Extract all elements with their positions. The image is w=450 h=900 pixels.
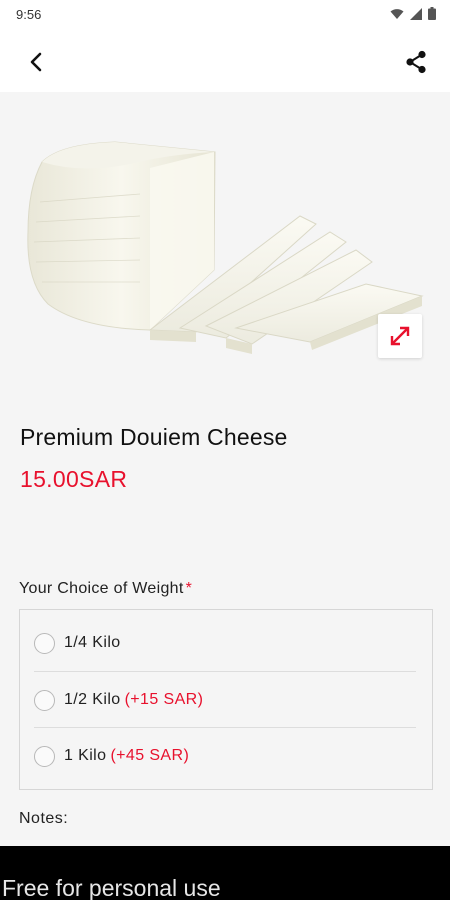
weight-label-text: Your Choice of Weight bbox=[19, 580, 184, 597]
product-price: 15.00SAR bbox=[20, 466, 128, 492]
chevron-left-icon bbox=[30, 52, 42, 72]
weight-options-group: 1/4 Kilo 1/2 Kilo (+15 SAR) 1 Kilo (+45 … bbox=[19, 609, 433, 790]
option-label: 1/2 Kilo bbox=[64, 691, 121, 708]
option-extra-price: (+15 SAR) bbox=[124, 691, 204, 708]
wifi-icon bbox=[390, 8, 404, 19]
weight-option-one-kilo[interactable]: 1 Kilo (+45 SAR) bbox=[20, 728, 432, 784]
weight-option-half-kilo[interactable]: 1/2 Kilo (+15 SAR) bbox=[20, 672, 432, 728]
status-icons bbox=[390, 7, 436, 20]
status-time: 9:56 bbox=[16, 7, 42, 22]
weight-option-quarter-kilo[interactable]: 1/4 Kilo bbox=[20, 615, 432, 671]
battery-icon bbox=[428, 7, 436, 20]
notes-label: Notes: bbox=[19, 810, 69, 827]
option-label: 1/4 Kilo bbox=[64, 634, 121, 651]
expand-icon bbox=[390, 326, 410, 346]
radio-button[interactable] bbox=[34, 745, 55, 767]
product-title: Premium Douiem Cheese bbox=[20, 424, 288, 450]
signal-icon bbox=[410, 7, 422, 20]
option-label: 1 Kilo bbox=[64, 747, 107, 764]
option-extra-price: (+45 SAR) bbox=[110, 747, 190, 764]
app-bar bbox=[0, 30, 450, 92]
radio-button[interactable] bbox=[34, 632, 55, 654]
required-asterisk: * bbox=[185, 580, 193, 597]
share-icon bbox=[406, 50, 426, 74]
radio-button[interactable] bbox=[34, 689, 55, 711]
weight-section-label: Your Choice of Weight * bbox=[19, 580, 192, 598]
expand-image-button[interactable] bbox=[378, 314, 422, 358]
watermark-text: Free for personal use bbox=[2, 875, 221, 900]
product-image-area bbox=[0, 92, 450, 398]
watermark-bar: Free for personal use bbox=[0, 846, 450, 900]
back-button[interactable] bbox=[20, 46, 52, 78]
share-button[interactable] bbox=[400, 46, 432, 78]
status-bar: 9:56 bbox=[0, 0, 450, 30]
